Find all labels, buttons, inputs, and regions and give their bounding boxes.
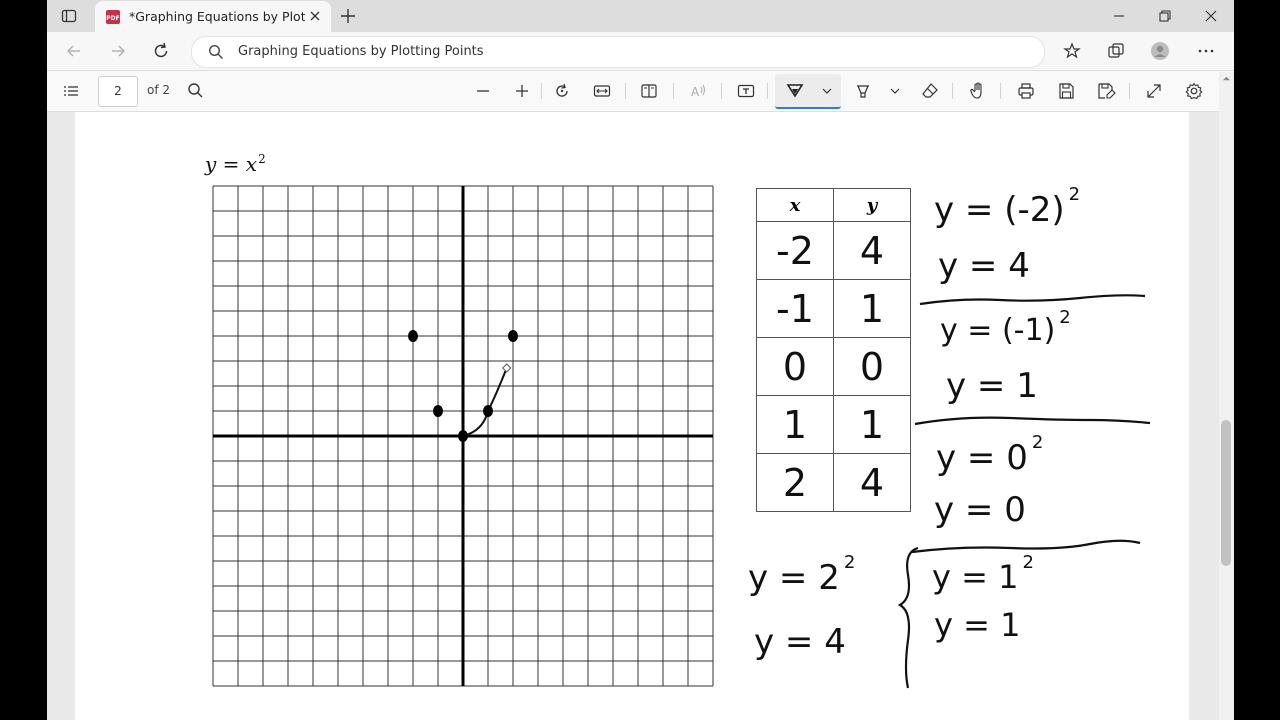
table-row: -1 1: [756, 279, 911, 338]
handwritten-note: y = 22: [748, 552, 856, 598]
table-cell: 4: [833, 453, 911, 512]
table-cell: 2: [756, 453, 834, 512]
handwritten-note: y = (-1) 2: [940, 307, 1071, 348]
handwritten-note: y = 0: [934, 490, 1026, 530]
handwritten-note: y = 12: [932, 552, 1034, 596]
table-cell: -1: [756, 279, 834, 338]
xy-table: x y -2 4 -1 1 00 11 24: [756, 188, 911, 512]
handwritten-note: y = 4: [754, 622, 846, 662]
handwritten-note: y = (-2) 2: [934, 184, 1081, 230]
plotted-point: [458, 430, 468, 442]
table-header-x: x: [756, 188, 834, 222]
handwritten-note: y = 02: [936, 432, 1044, 478]
table-cell: -2: [756, 221, 834, 280]
handwritten-note: y = 1: [934, 606, 1021, 644]
handwritten-note: y = 4: [938, 246, 1030, 286]
plotted-point: [483, 405, 493, 417]
drawn-curve: [462, 370, 507, 437]
table-row: 11: [756, 395, 911, 454]
plotted-point: [433, 405, 443, 417]
table-cell: 0: [756, 337, 834, 396]
table-cell: 1: [833, 395, 911, 454]
table-header-y: y: [833, 188, 911, 222]
table-row: 00: [756, 337, 911, 396]
pen-cursor-icon: [502, 363, 512, 373]
coordinate-grid: [212, 185, 714, 687]
plotted-point: [408, 330, 418, 342]
table-row: -2 4: [756, 221, 911, 280]
table-row: 24: [756, 453, 911, 512]
document-content: y = x2 x y -2 4 -1 1 00 11 24 y = (-2) 2 y …: [0, 0, 1280, 720]
table-cell: 4: [833, 221, 911, 280]
handwritten-note: y = 1: [946, 366, 1038, 406]
table-cell: 1: [833, 279, 911, 338]
table-header-row: x y: [756, 188, 911, 222]
plotted-point: [508, 330, 518, 342]
table-cell: 0: [833, 337, 911, 396]
table-cell: 1: [756, 395, 834, 454]
